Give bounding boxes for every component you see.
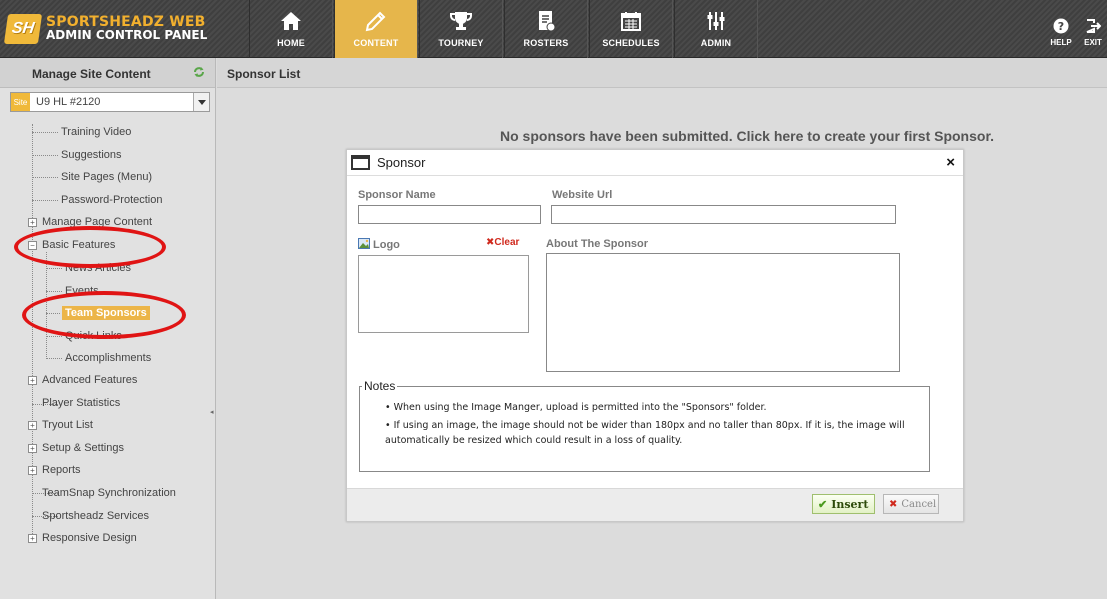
- sponsor-name-label: Sponsor Name: [358, 189, 436, 201]
- nav-schedules-label: SCHEDULES: [602, 38, 660, 48]
- home-icon: [281, 12, 301, 30]
- sponsor-name-input[interactable]: [358, 205, 541, 224]
- chevron-down-icon[interactable]: [193, 93, 209, 111]
- logo-label-text: Logo: [373, 239, 400, 251]
- clear-label: Clear: [494, 237, 520, 248]
- top-navigation-bar: SH SPORTSHEADZ WEB ADMIN CONTROL PANEL H…: [0, 0, 1107, 58]
- notes-box: Notes • When using the Image Manger, upl…: [359, 379, 930, 472]
- tree-item-site-pages[interactable]: Site Pages (Menu): [61, 171, 152, 183]
- sidebar: Manage Site Content Site U9 HL #2120 Tra…: [0, 58, 216, 599]
- clear-logo-button[interactable]: ✖Clear: [486, 237, 519, 248]
- svg-text:?: ?: [1058, 20, 1064, 33]
- note-line: • When using the Image Manger, upload is…: [385, 402, 767, 413]
- expand-icon[interactable]: +: [28, 534, 37, 543]
- roster-icon: [539, 11, 556, 32]
- brand-logo[interactable]: SH SPORTSHEADZ WEB ADMIN CONTROL PANEL: [3, 8, 276, 50]
- image-icon: [358, 238, 370, 249]
- tree-item-suggestions[interactable]: Suggestions: [61, 149, 122, 161]
- help-label: HELP: [1050, 38, 1072, 47]
- tree-item-training-video[interactable]: Training Video: [61, 126, 131, 138]
- tree-item-events[interactable]: Events: [65, 285, 99, 297]
- tree-item-manage-page-content[interactable]: Manage Page Content: [42, 216, 152, 228]
- cancel-label: Cancel: [901, 498, 937, 510]
- brand-subtitle: ADMIN CONTROL PANEL: [46, 28, 208, 42]
- dialog-body: Sponsor Name Website Url Logo ✖Clear Abo…: [347, 176, 963, 487]
- logo-label: Logo: [358, 238, 400, 251]
- trophy-icon: [450, 12, 472, 30]
- nav-tourney-label: TOURNEY: [438, 38, 484, 48]
- nav-rosters-button[interactable]: ROSTERS: [504, 0, 588, 58]
- create-sponsor-link[interactable]: No sponsors have been submitted. Click h…: [500, 128, 994, 144]
- expand-icon[interactable]: +: [28, 466, 37, 475]
- website-url-label: Website Url: [552, 189, 613, 201]
- tree-item-quick-links[interactable]: Quick Links: [65, 330, 122, 342]
- expand-icon[interactable]: +: [28, 218, 37, 227]
- tree-item-advanced-features[interactable]: Advanced Features: [42, 374, 137, 386]
- pencil-icon: [365, 11, 386, 32]
- help-button[interactable]: ? HELP: [1046, 0, 1076, 58]
- tree-item-password-protection[interactable]: Password-Protection: [61, 194, 163, 206]
- nav-content-label: CONTENT: [353, 38, 399, 48]
- dialog-footer: ✔ Insert ✖ Cancel: [347, 488, 963, 521]
- page-title: Sponsor List: [217, 58, 1107, 88]
- nav-home-label: HOME: [277, 38, 305, 48]
- insert-button[interactable]: ✔ Insert: [812, 494, 875, 514]
- close-icon[interactable]: ×: [946, 154, 955, 171]
- about-sponsor-textarea[interactable]: [546, 253, 900, 372]
- nav-admin-button[interactable]: ADMIN: [674, 0, 758, 58]
- exit-label: EXIT: [1084, 38, 1102, 47]
- site-select[interactable]: Site U9 HL #2120: [10, 92, 210, 112]
- nav-admin-label: ADMIN: [700, 38, 732, 48]
- close-red-icon: ✖: [889, 498, 898, 510]
- collapse-icon[interactable]: −: [28, 241, 37, 250]
- tree-item-player-statistics[interactable]: Player Statistics: [42, 397, 120, 409]
- nav-rosters-label: ROSTERS: [523, 38, 569, 48]
- sidebar-header: Manage Site Content: [0, 58, 215, 88]
- dialog-titlebar[interactable]: Sponsor: [347, 150, 963, 176]
- exit-button[interactable]: EXIT: [1078, 0, 1107, 58]
- note-line: • If using an image, the image should no…: [385, 420, 905, 446]
- tree-item-news-articles[interactable]: News Articles: [65, 262, 131, 274]
- notes-legend: Notes: [362, 379, 398, 393]
- tree-item-basic-features[interactable]: Basic Features: [42, 239, 115, 251]
- sponsor-dialog: Sponsor × Sponsor Name Website Url Logo …: [346, 149, 964, 522]
- nav-home-button[interactable]: HOME: [249, 0, 333, 58]
- site-select-value: U9 HL #2120: [36, 96, 101, 108]
- insert-label: Insert: [831, 497, 869, 511]
- refresh-icon[interactable]: [192, 65, 206, 79]
- website-url-input[interactable]: [551, 205, 896, 224]
- tree-item-setup-settings[interactable]: Setup & Settings: [42, 442, 124, 454]
- nav-content-button[interactable]: CONTENT: [334, 0, 418, 58]
- sliders-icon: [707, 12, 725, 30]
- tree-item-sportsheadz-services[interactable]: Sportsheadz Services: [42, 510, 149, 522]
- expand-icon[interactable]: +: [28, 421, 37, 430]
- sidebar-title: Manage Site Content: [32, 67, 151, 81]
- help-icon: ?: [1053, 18, 1069, 34]
- calendar-icon: [621, 12, 641, 31]
- exit-icon: [1086, 19, 1101, 33]
- tree-item-accomplishments[interactable]: Accomplishments: [65, 352, 151, 364]
- tree-item-responsive-design[interactable]: Responsive Design: [42, 532, 137, 544]
- tree-item-teamsnap-sync[interactable]: TeamSnap Synchronization: [42, 487, 176, 499]
- tree-item-team-sponsors[interactable]: Team Sponsors: [62, 306, 150, 320]
- expand-icon[interactable]: +: [28, 444, 37, 453]
- nav-schedules-button[interactable]: SCHEDULES: [589, 0, 673, 58]
- window-icon: [351, 155, 370, 170]
- tree-item-reports[interactable]: Reports: [42, 464, 81, 476]
- tree-item-tryout-list[interactable]: Tryout List: [42, 419, 93, 431]
- cancel-button[interactable]: ✖ Cancel: [883, 494, 939, 514]
- sportsheadz-logo-icon: SH: [3, 14, 43, 44]
- sidebar-collapse-handle[interactable]: ◂: [210, 408, 216, 418]
- logo-upload-box[interactable]: [358, 255, 529, 333]
- site-tag: Site: [11, 93, 30, 111]
- dialog-title: Sponsor: [377, 155, 426, 170]
- nav-tourney-button[interactable]: TOURNEY: [419, 0, 503, 58]
- expand-icon[interactable]: +: [28, 376, 37, 385]
- about-sponsor-label: About The Sponsor: [546, 238, 649, 250]
- check-icon: ✔: [818, 497, 828, 511]
